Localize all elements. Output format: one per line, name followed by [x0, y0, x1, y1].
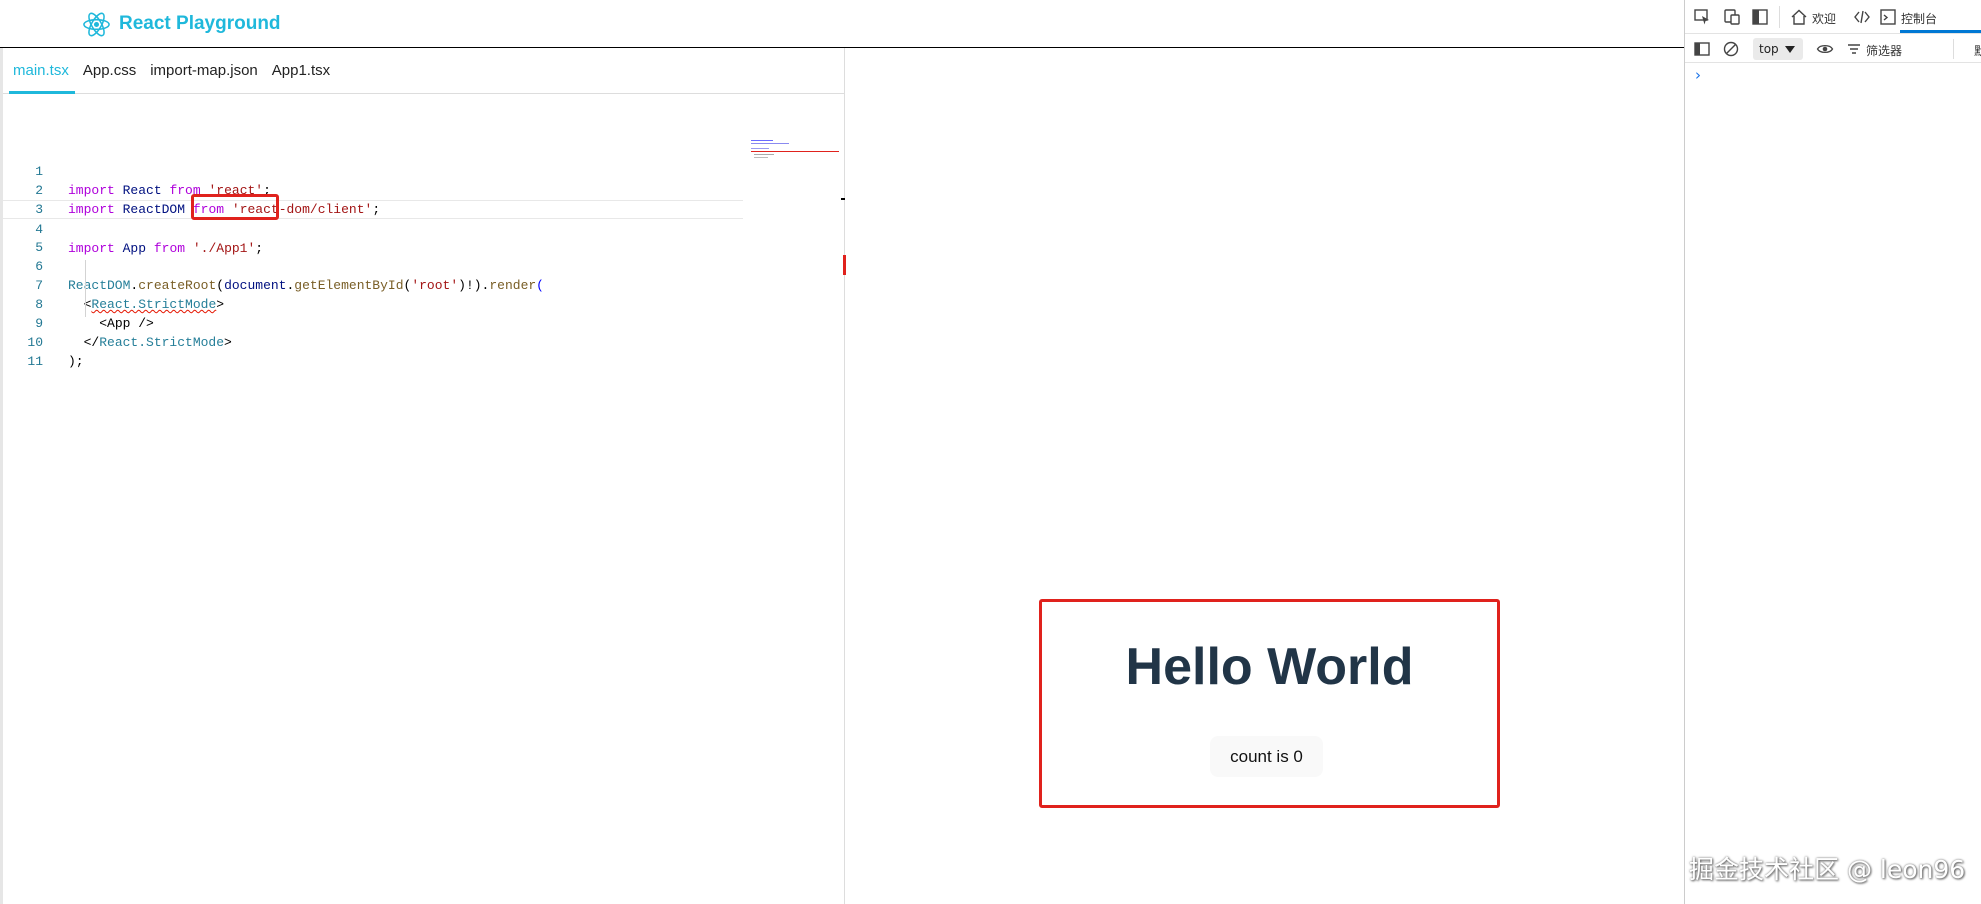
toolbar-divider — [1779, 6, 1780, 28]
default-levels-label[interactable]: 默 — [1974, 42, 1981, 59]
code-line: 2 import ReactDOM from 'react-dom/client… — [3, 162, 743, 217]
code-brackets-icon[interactable] — [1853, 8, 1871, 26]
code-line-current: 4 import App from './App1'; — [3, 200, 743, 256]
code-line: 10 ); — [3, 314, 743, 369]
console-prompt[interactable]: › — [1695, 66, 1701, 84]
tab-app1-tsx[interactable]: App1.tsx — [268, 62, 336, 93]
toolbar-divider — [1953, 39, 1954, 59]
code-line: 11 — [3, 333, 743, 369]
code-line: 3 — [3, 181, 743, 217]
console-icon[interactable] — [1879, 8, 1897, 26]
preview-pane: Hello World count is 0 — [846, 48, 1684, 904]
sidebar-panel-icon[interactable] — [1693, 40, 1711, 58]
app-logo[interactable]: React Playground — [82, 10, 281, 38]
code-line: 6 ReactDOM.createRoot(document.getElemen… — [3, 238, 743, 293]
code-line: 1 import React from 'react'; — [3, 143, 743, 198]
preview-heading: Hello World — [1125, 638, 1414, 696]
watermark: 掘金技术社区 @ leon96 — [1689, 855, 1966, 884]
import-path-highlight — [191, 194, 279, 220]
tab-main-tsx[interactable]: main.tsx — [9, 62, 75, 94]
preview-highlight-box: Hello World count is 0 — [1039, 599, 1500, 808]
active-tab-indicator — [1900, 30, 1981, 33]
code-line: 9 </React.StrictMode> — [3, 295, 743, 350]
filter-input[interactable]: 筛选器 — [1866, 42, 1902, 59]
react-atom-icon — [83, 12, 110, 36]
tab-app-css[interactable]: App.css — [79, 62, 142, 93]
context-select-value: top — [1759, 42, 1779, 56]
filter-icon — [1848, 44, 1860, 54]
app-header: React Playground — [0, 0, 1685, 48]
eye-icon[interactable] — [1816, 40, 1834, 58]
home-icon[interactable] — [1790, 8, 1808, 26]
context-select[interactable]: top — [1753, 38, 1803, 60]
count-button[interactable]: count is 0 — [1210, 736, 1323, 777]
scroll-position-marker[interactable] — [841, 198, 845, 200]
minimap-line — [751, 148, 769, 149]
inspect-element-icon[interactable] — [1693, 8, 1711, 26]
tab-console[interactable]: 控制台 — [1901, 10, 1937, 27]
editor-pane: main.tsx App.css import-map.json App1.ts… — [0, 48, 846, 904]
console-toolbar: top 筛选器 默 — [1685, 35, 1981, 63]
tab-welcome[interactable]: 欢迎 — [1812, 10, 1836, 27]
code-line: 7 <React.StrictMode> — [3, 257, 743, 312]
clear-console-icon[interactable] — [1722, 40, 1740, 58]
code-editor[interactable]: 1 import React from 'react'; 2 import Re… — [3, 95, 845, 904]
indent-guide — [85, 260, 86, 317]
devtools-toolbar: 欢迎 控制台 — [1685, 0, 1981, 34]
code-line: 5 — [3, 219, 743, 255]
minimap-line — [751, 143, 789, 144]
toggle-sidebar-icon[interactable] — [1751, 8, 1769, 26]
devtools-panel: 欢迎 控制台 top 筛选器 默 › — [1684, 0, 1981, 904]
minimap-line — [751, 140, 773, 141]
device-emulation-icon[interactable] — [1723, 8, 1741, 26]
code-minimap[interactable] — [751, 140, 843, 164]
caret-down-icon — [1784, 45, 1795, 53]
minimap-line — [754, 157, 768, 158]
tab-import-map-json[interactable]: import-map.json — [146, 62, 264, 93]
code-token: ); — [68, 354, 84, 369]
minimap-line — [751, 151, 839, 152]
code-line: 8 <App /> — [3, 276, 743, 331]
minimap-line — [754, 154, 774, 155]
file-tabs: main.tsx App.css import-map.json App1.ts… — [3, 48, 845, 94]
line-number: 11 — [27, 354, 43, 369]
app-title: React Playground — [119, 13, 281, 34]
